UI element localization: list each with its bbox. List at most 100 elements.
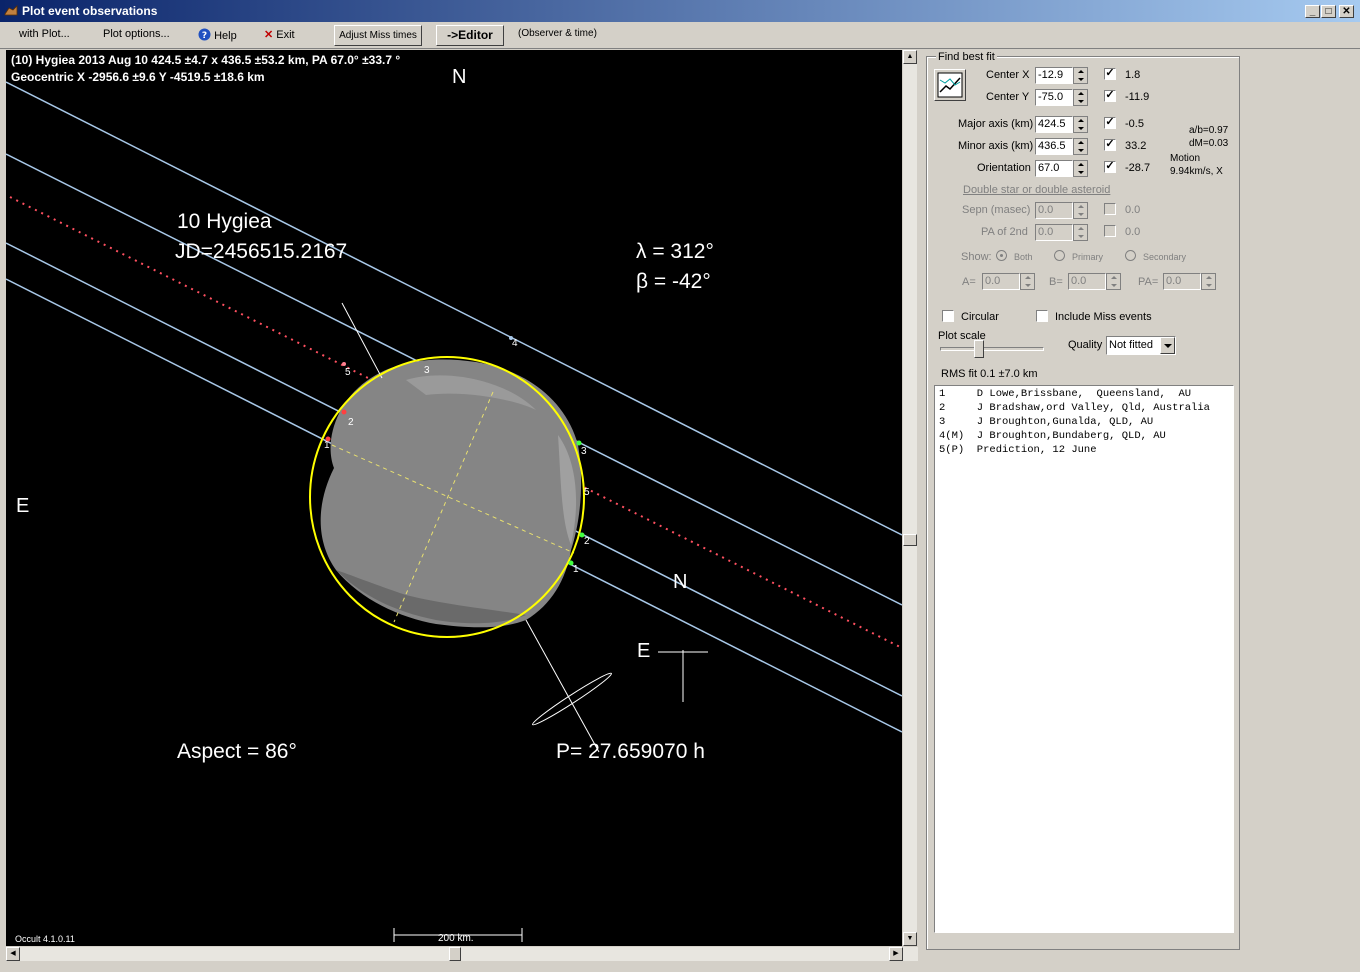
sepn-label: Sepn (masec) [962, 204, 1031, 216]
show-both-label: Both [1014, 252, 1033, 262]
scroll-right-button[interactable]: ▶ [889, 947, 903, 961]
minor-axis-label: Minor axis (km) [958, 140, 1034, 152]
sepn-delta: 0.0 [1125, 204, 1141, 216]
horizontal-scroll-thumb[interactable] [449, 947, 461, 961]
chord-label-3-right: 3 [581, 446, 587, 457]
plot-header-line1: (10) Hygiea 2013 Aug 10 424.5 ±4.7 x 436… [11, 53, 401, 67]
minimize-button[interactable]: _ [1305, 5, 1320, 18]
pa-field[interactable]: 0.0 [1163, 273, 1201, 290]
show-primary-radio[interactable] [1054, 250, 1065, 261]
pa-spinner[interactable] [1201, 273, 1216, 290]
observer-time-label: (Observer & time) [518, 28, 597, 39]
plot-graphics [6, 81, 902, 942]
pole-line-south [525, 619, 600, 753]
plot-canvas[interactable]: (10) Hygiea 2013 Aug 10 424.5 ±4.7 x 436… [6, 50, 902, 946]
period-value: P= 27.659070 h [556, 740, 705, 763]
orientation-checkbox[interactable]: ✓ [1104, 161, 1116, 173]
rms-fit-label: RMS fit 0.1 ±7.0 km [941, 368, 1038, 380]
major-axis-checkbox[interactable]: ✓ [1104, 117, 1116, 129]
menu-plot-options[interactable]: Plot options... [103, 28, 170, 40]
observation-list[interactable]: 1 D Lowe,Brissbane, Queensland, AU 2 J B… [934, 385, 1234, 933]
scroll-up-button[interactable]: ▲ [903, 50, 917, 64]
list-item[interactable]: 5(P) Prediction, 12 June [939, 444, 1097, 456]
menu-with-plot[interactable]: with Plot... [19, 28, 70, 40]
scroll-down-button[interactable]: ▼ [903, 932, 917, 946]
menu-exit-label: Exit [276, 29, 295, 41]
exit-icon: ✕ [264, 29, 274, 41]
horizontal-scrollbar[interactable]: ◀ ▶ [6, 947, 918, 961]
chord-label-2-right: 2 [584, 536, 590, 547]
chord-label-5-left: 5 [345, 367, 351, 378]
chord-label-1-left: 1 [324, 440, 330, 451]
pa2-checkbox[interactable] [1104, 225, 1116, 237]
vertical-scrollbar[interactable]: ▲ ▼ [903, 50, 917, 946]
list-item[interactable]: 3 J Broughton,Gunalda, QLD, AU [939, 416, 1153, 428]
title-bar: Plot event observations _ □ ✕ [0, 0, 1360, 22]
svg-text:?: ? [202, 31, 207, 41]
show-label: Show: [961, 251, 992, 263]
north-label: N [452, 66, 467, 88]
b-spinner[interactable] [1106, 273, 1121, 290]
include-miss-checkbox[interactable] [1036, 310, 1048, 322]
minor-axis-field[interactable]: 436.5 [1035, 138, 1073, 155]
plot-scale-thumb[interactable] [974, 340, 984, 358]
quality-label: Quality [1068, 339, 1103, 351]
find-best-fit-label: Find best fit [936, 51, 997, 63]
center-x-spinner[interactable] [1073, 67, 1088, 84]
pa2-delta: 0.0 [1125, 226, 1141, 238]
disappear-marker-2 [341, 409, 347, 415]
show-primary-label: Primary [1072, 252, 1103, 262]
center-y-checkbox[interactable]: ✓ [1104, 90, 1116, 102]
major-axis-field[interactable]: 424.5 [1035, 116, 1073, 133]
minor-axis-delta: 33.2 [1125, 140, 1147, 152]
b-field[interactable]: 0.0 [1068, 273, 1106, 290]
close-button[interactable]: ✕ [1339, 5, 1354, 18]
show-both-radio[interactable] [996, 250, 1007, 261]
sepn-field[interactable]: 0.0 [1035, 202, 1073, 219]
plot-scale-slider[interactable] [940, 347, 1044, 351]
center-y-field[interactable]: -75.0 [1035, 89, 1073, 106]
chord-label-4: 4 [512, 338, 518, 349]
list-item[interactable]: 2 J Bradshaw,ord Valley, Qld, Australia [939, 402, 1210, 414]
center-x-checkbox[interactable]: ✓ [1104, 68, 1116, 80]
ab-ratio: a/b=0.97 [1189, 125, 1229, 136]
pa2-label: PA of 2nd [981, 226, 1028, 238]
dm-value: dM=0.03 [1189, 138, 1229, 149]
menu-bar: with Plot... Plot options... ? Help ✕ Ex… [0, 22, 1360, 49]
show-secondary-radio[interactable] [1125, 250, 1136, 261]
center-y-spinner[interactable] [1073, 89, 1088, 106]
sepn-spinner[interactable] [1073, 202, 1088, 219]
maximize-button[interactable]: □ [1321, 5, 1336, 18]
editor-button[interactable]: ->Editor [436, 25, 504, 46]
a-field[interactable]: 0.0 [982, 273, 1020, 290]
a-spinner[interactable] [1020, 273, 1035, 290]
pa2-spinner[interactable] [1073, 224, 1088, 241]
minor-axis-spinner[interactable] [1073, 138, 1088, 155]
orientation-spinner[interactable] [1073, 160, 1088, 177]
center-x-field[interactable]: -12.9 [1035, 67, 1073, 84]
vertical-scroll-thumb[interactable] [903, 534, 917, 546]
adjust-miss-times-button[interactable]: Adjust Miss times [334, 25, 422, 46]
sepn-checkbox[interactable] [1104, 203, 1116, 215]
list-item[interactable]: 4(M) J Broughton,Bundaberg, QLD, AU [939, 430, 1166, 442]
find-best-fit-button[interactable] [934, 69, 966, 101]
b-label: B= [1049, 276, 1063, 288]
chevron-down-icon[interactable] [1160, 337, 1175, 354]
quality-select[interactable]: Not fitted [1106, 336, 1176, 355]
circular-checkbox[interactable] [942, 310, 954, 322]
orientation-field[interactable]: 67.0 [1035, 160, 1073, 177]
scroll-left-button[interactable]: ◀ [6, 947, 20, 961]
chord-label-1-right: 1 [573, 564, 579, 575]
quality-value: Not fitted [1109, 339, 1154, 351]
double-star-label: Double star or double asteroid [963, 184, 1111, 196]
pa2-field[interactable]: 0.0 [1035, 224, 1073, 241]
help-icon: ? [198, 28, 211, 41]
major-axis-delta: -0.5 [1125, 118, 1144, 130]
circular-label: Circular [961, 311, 999, 323]
major-axis-spinner[interactable] [1073, 116, 1088, 133]
fit-chart-icon [937, 72, 963, 98]
minor-axis-checkbox[interactable]: ✓ [1104, 139, 1116, 151]
list-item[interactable]: 1 D Lowe,Brissbane, Queensland, AU [939, 388, 1191, 400]
menu-exit[interactable]: ✕ Exit [264, 28, 295, 41]
menu-help[interactable]: ? Help [198, 28, 237, 42]
